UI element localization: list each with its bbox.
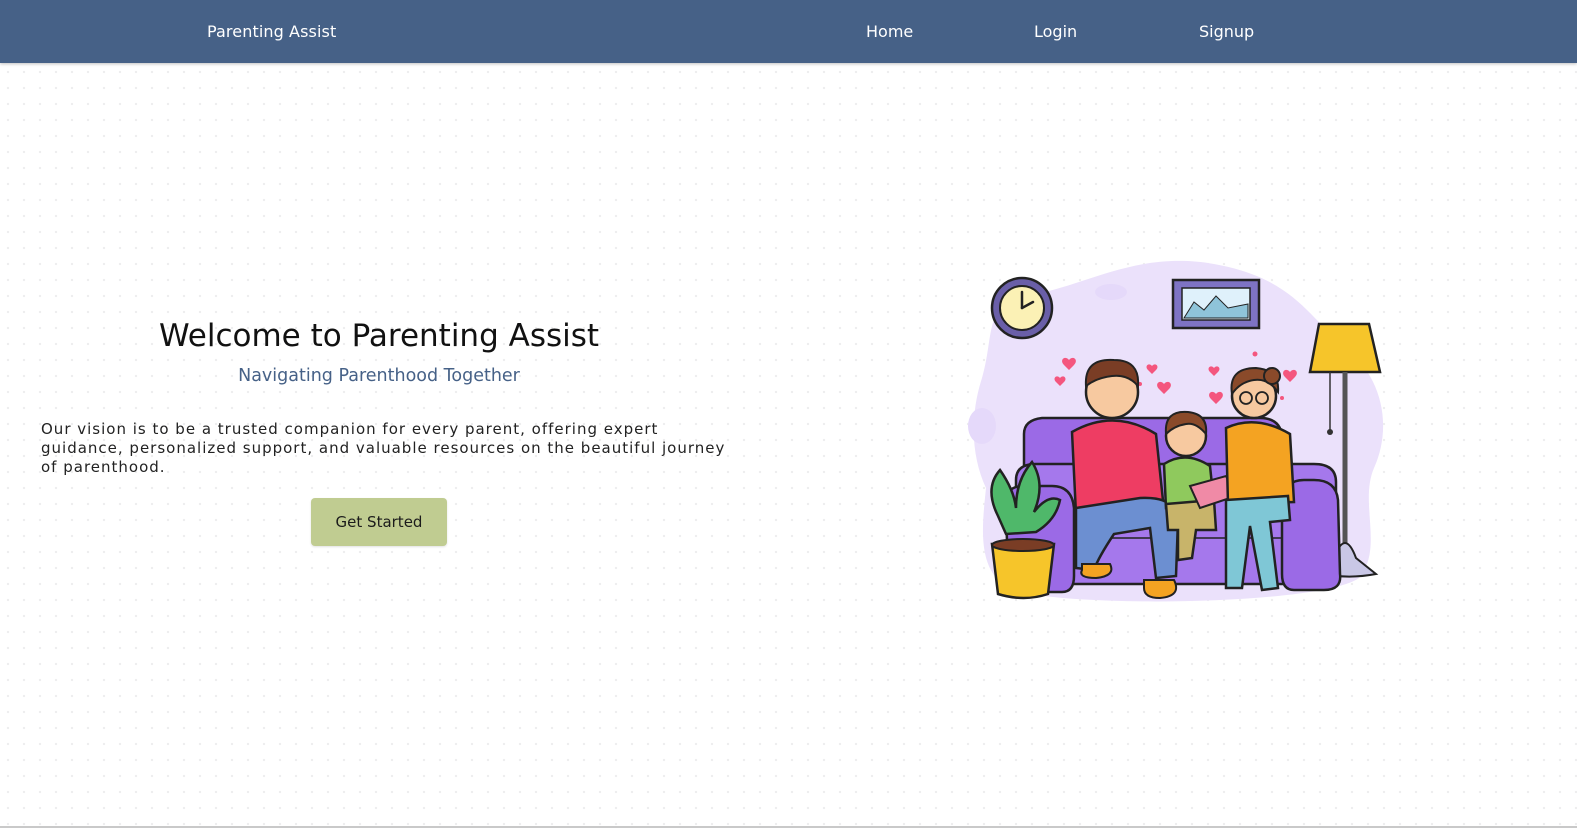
brand-link[interactable]: Parenting Assist bbox=[207, 22, 336, 41]
nav-link-login[interactable]: Login bbox=[1034, 22, 1077, 41]
hero-description: Our vision is to be a trusted companion … bbox=[41, 420, 726, 476]
hero-subtitle: Navigating Parenthood Together bbox=[238, 366, 520, 386]
family-illustration bbox=[968, 260, 1384, 602]
get-started-button[interactable]: Get Started bbox=[310, 498, 448, 546]
wall-clock-icon bbox=[990, 276, 1054, 340]
top-navbar: Parenting Assist Home Login Signup bbox=[0, 0, 1577, 63]
hero-title: Welcome to Parenting Assist bbox=[158, 318, 600, 354]
cta-container: Get Started bbox=[25, 498, 733, 546]
nav-link-signup[interactable]: Signup bbox=[1199, 22, 1254, 41]
blob-bubble bbox=[1095, 284, 1127, 300]
blob-bubble bbox=[968, 408, 996, 444]
hero-section: Welcome to Parenting Assist Navigating P… bbox=[41, 318, 749, 546]
nav-link-home[interactable]: Home bbox=[866, 22, 913, 41]
picture-frame-icon bbox=[1171, 278, 1261, 330]
